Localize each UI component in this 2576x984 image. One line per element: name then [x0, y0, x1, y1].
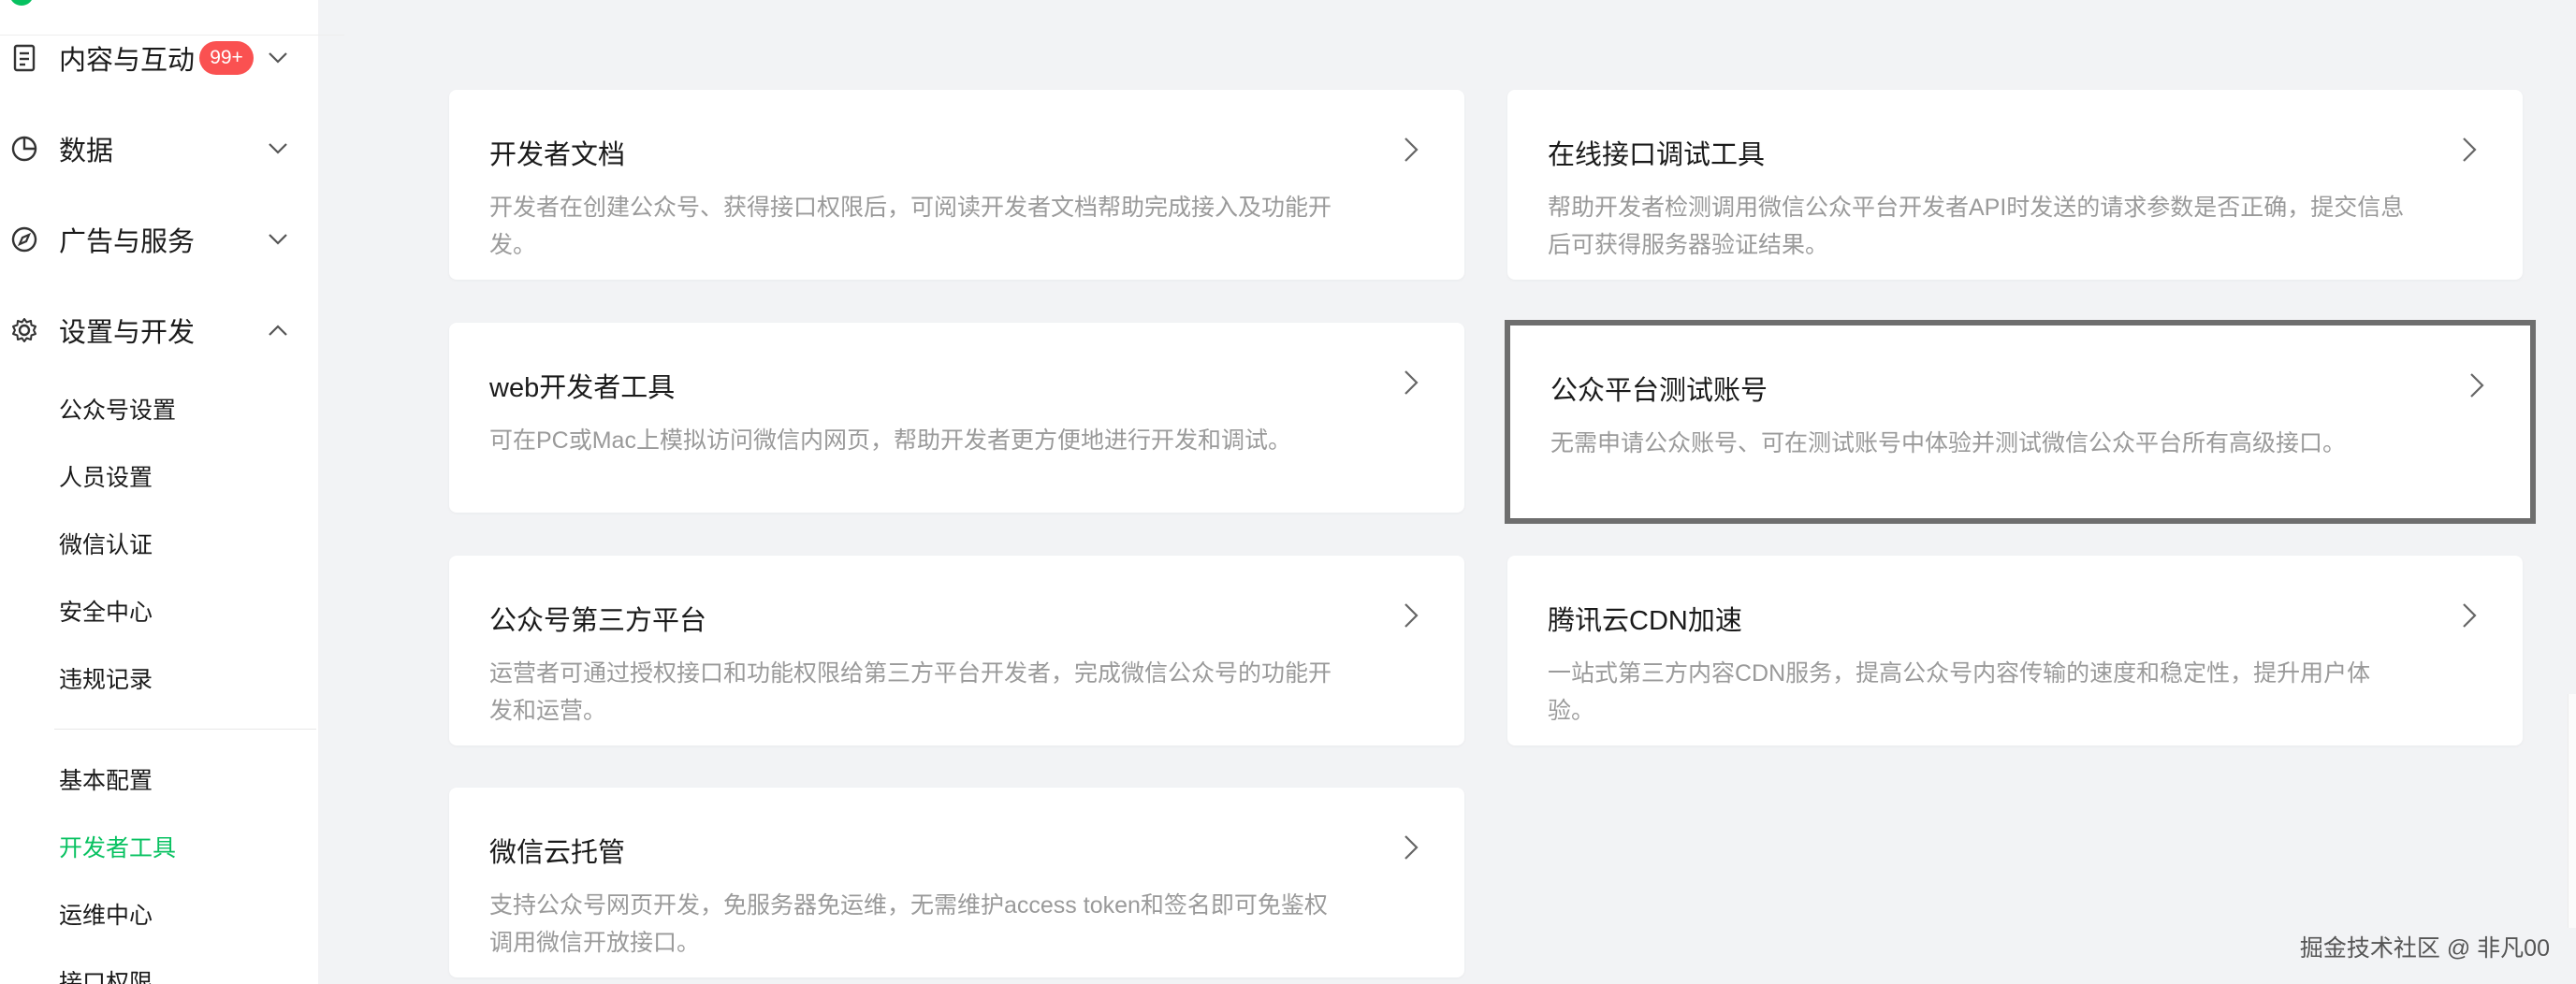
card-title: 公众平台测试账号: [1550, 376, 1768, 406]
chevron-right-icon: [1397, 597, 1425, 634]
nav-group-ads-services[interactable]: 广告与服务: [0, 211, 318, 268]
card-title: 微信云托管: [489, 838, 626, 868]
card-description: 支持公众号网页开发，免服务器免运维，无需维护access token和签名即可免…: [489, 892, 1328, 956]
card-title: 在线接口调试工具: [1548, 140, 1766, 170]
side-panel-edge: [2568, 694, 2576, 928]
card-wechat-cloud-hosting[interactable]: 微信云托管 支持公众号网页开发，免服务器免运维，无需维护access token…: [449, 788, 1464, 977]
sidebar-item-staff-settings[interactable]: 人员设置: [59, 459, 153, 497]
chevron-right-icon: [1397, 364, 1425, 401]
sidebar-item-developer-tools[interactable]: 开发者工具: [59, 830, 176, 867]
pie-chart-icon: [9, 134, 39, 164]
nav-group-data[interactable]: 数据: [0, 121, 318, 177]
sidebar-item-security-center[interactable]: 安全中心: [59, 594, 153, 631]
card-description: 一站式第三方内容CDN服务，提高公众号内容传输的速度和稳定性，提升用户体验。: [1548, 660, 2371, 724]
chevron-right-icon: [1397, 131, 1425, 168]
logo: [9, 0, 34, 6]
card-third-party-platform[interactable]: 公众号第三方平台 运营者可通过授权接口和功能权限给第三方平台开发者，完成微信公众…: [449, 556, 1464, 745]
compass-icon: [9, 224, 39, 254]
nav-group-label: 广告与服务: [59, 227, 196, 257]
card-title: 开发者文档: [489, 140, 626, 170]
chevron-right-icon: [2455, 597, 2483, 634]
card-description: 运营者可通过授权接口和功能权限给第三方平台开发者，完成微信公众号的功能开发和运营…: [489, 660, 1332, 724]
nav-group-settings-dev[interactable]: 设置与开发: [0, 302, 318, 358]
sidebar-item-account-settings[interactable]: 公众号设置: [59, 392, 176, 429]
sidebar-divider: [54, 729, 316, 730]
sidebar-item-violation-records[interactable]: 违规记录: [59, 661, 153, 699]
nav-group-content-interaction[interactable]: 内容与互动 99+: [0, 30, 318, 86]
nav-group-label: 数据: [59, 137, 114, 166]
card-title: web开发者工具: [489, 373, 676, 403]
card-test-account[interactable]: 公众平台测试账号 无需申请公众账号、可在测试账号中体验并测试微信公众平台所有高级…: [1505, 320, 2536, 524]
chevron-right-icon: [2463, 367, 2491, 404]
card-description: 可在PC或Mac上模拟访问微信内网页，帮助开发者更方便地进行开发和调试。: [489, 427, 1291, 454]
card-title: 腾讯云CDN加速: [1548, 606, 1742, 636]
card-title: 公众号第三方平台: [489, 606, 707, 636]
sidebar-item-basic-config[interactable]: 基本配置: [59, 762, 153, 800]
card-developer-docs[interactable]: 开发者文档 开发者在创建公众号、获得接口权限后，可阅读开发者文档帮助完成接入及功…: [449, 90, 1464, 280]
sidebar-item-api-permissions[interactable]: 接口权限: [59, 964, 153, 984]
notification-badge: 99+: [199, 41, 254, 75]
gear-icon: [9, 315, 39, 345]
sidebar-item-ops-center[interactable]: 运维中心: [59, 897, 153, 934]
card-description: 帮助开发者检测调用微信公众平台开发者API时发送的请求参数是否正确，提交信息后可…: [1548, 195, 2405, 258]
card-online-api-debugger[interactable]: 在线接口调试工具 帮助开发者检测调用微信公众平台开发者API时发送的请求参数是否…: [1507, 90, 2523, 280]
chevron-down-icon: [264, 225, 292, 253]
nav-group-label: 内容与互动: [59, 46, 196, 76]
sidebar: 内容与互动 99+ 数据 广告与服务 设置与开发 公众号设置 人员设置 微信认证…: [0, 0, 344, 984]
chevron-right-icon: [1397, 829, 1425, 866]
chevron-right-icon: [2455, 131, 2483, 168]
document-icon: [9, 43, 39, 73]
card-tencent-cdn[interactable]: 腾讯云CDN加速 一站式第三方内容CDN服务，提高公众号内容传输的速度和稳定性，…: [1507, 556, 2523, 745]
watermark: 掘金技术社区 @ 非凡00: [2299, 935, 2550, 962]
card-description: 无需申请公众账号、可在测试账号中体验并测试微信公众平台所有高级接口。: [1550, 430, 2347, 456]
nav-group-label: 设置与开发: [59, 318, 196, 348]
card-description: 开发者在创建公众号、获得接口权限后，可阅读开发者文档帮助完成接入及功能开发。: [489, 195, 1332, 258]
card-web-devtools[interactable]: web开发者工具 可在PC或Mac上模拟访问微信内网页，帮助开发者更方便地进行开…: [449, 323, 1464, 513]
chevron-down-icon: [264, 135, 292, 163]
chevron-down-icon: [264, 44, 292, 72]
chevron-up-icon: [264, 316, 292, 344]
sidebar-item-wechat-verification[interactable]: 微信认证: [59, 527, 153, 564]
